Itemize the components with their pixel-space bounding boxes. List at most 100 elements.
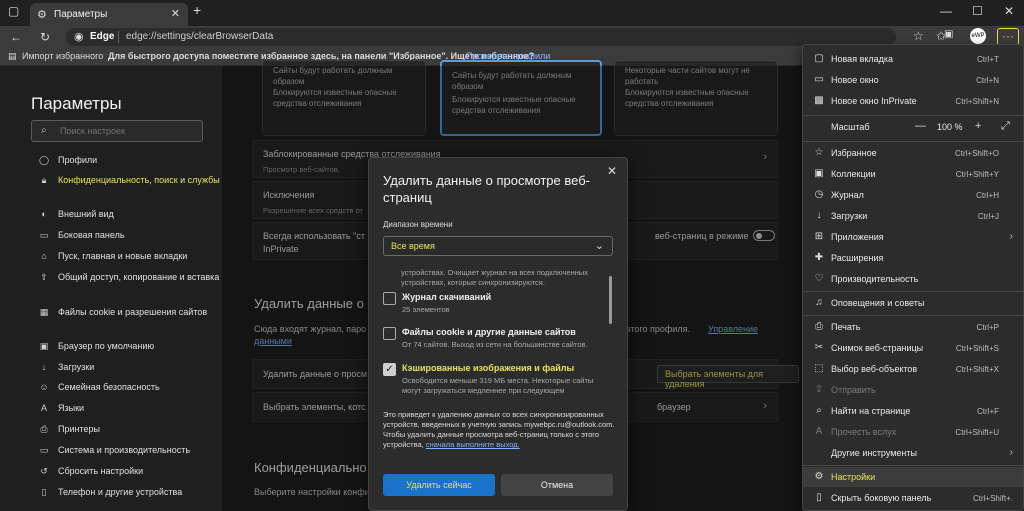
menu-divider — [803, 141, 1023, 142]
time-range-value: Все время — [391, 241, 435, 251]
collections-icon: ▣ — [814, 168, 824, 179]
minimize-icon[interactable]: — — [940, 4, 952, 18]
zoom-label: Масштаб — [831, 122, 870, 132]
browser-icon: ▣ — [39, 341, 49, 351]
cached-images-label: Кэшированные изображения и файлы — [402, 363, 575, 373]
extensions-icon: ✚ — [814, 252, 824, 263]
menu-item-extensions[interactable]: ✚ Расширения — [803, 248, 1023, 268]
favorites-icon: ☆ — [814, 147, 824, 158]
menu-item-more-tools[interactable]: Другие инструменты › — [803, 443, 1023, 463]
menu-item-apps[interactable]: ⊞ Приложения › — [803, 227, 1023, 247]
menu-item-web-select[interactable]: ⬚ Выбор веб-объектов Ctrl+Shift+X — [803, 359, 1023, 379]
close-icon[interactable]: ✕ — [607, 164, 617, 178]
zoom-out-icon[interactable]: — — [915, 120, 926, 132]
settings-search[interactable]: ⌕ — [31, 120, 203, 142]
menu-item-favorites[interactable]: ☆ Избранное Ctrl+Shift+O — [803, 143, 1023, 163]
read-aloud-icon: A — [815, 426, 823, 437]
add-favorite-icon[interactable]: ☆ — [913, 29, 924, 43]
checkbox-cookies[interactable] — [383, 327, 396, 340]
menu-divider — [803, 465, 1023, 466]
menu-item-downloads[interactable]: ↓ Загрузки Ctrl+J — [803, 206, 1023, 226]
menu-divider — [803, 291, 1023, 292]
cancel-button[interactable]: Отмена — [501, 474, 613, 496]
reset-icon: ↺ — [40, 466, 48, 476]
tab-title: Параметры — [54, 9, 108, 20]
delete-now-button[interactable]: Удалить сейчас — [383, 474, 495, 496]
url-text: edge://settings/clearBrowserData — [126, 31, 274, 42]
menu-item-alerts[interactable]: ♫ Оповещения и советы — [803, 293, 1023, 313]
gear-icon: ⚙ — [814, 471, 824, 482]
fullscreen-icon[interactable]: ⤢ — [1001, 120, 1010, 133]
zoom-in-icon[interactable]: + — [975, 120, 981, 132]
sidebar-title: Параметры — [31, 94, 122, 113]
menu-item-history[interactable]: ◷ Журнал Ctrl+H — [803, 185, 1023, 205]
menu-item-settings[interactable]: ⚙ Настройки — [803, 467, 1023, 487]
address-bar[interactable]: ◉ Edge edge://settings/clearBrowserData — [66, 28, 896, 46]
sidebar-hide-icon: ▯ — [816, 492, 822, 503]
new-window-icon: ▭ — [814, 74, 824, 85]
menu-item-inprivate[interactable]: ▩ Новое окно InPrivate Ctrl+Shift+N — [803, 91, 1023, 111]
import-icon[interactable]: ▤ — [8, 51, 17, 62]
menu-item-screenshot[interactable]: ✂ Снимок веб-страницы Ctrl+Shift+S — [803, 338, 1023, 358]
person-icon: ◯ — [38, 155, 50, 165]
sign-out-link[interactable]: сначала выполните выход. — [426, 440, 520, 449]
collections-icon[interactable]: ▣ — [944, 29, 953, 40]
new-tab-icon[interactable]: + — [193, 2, 201, 18]
new-tab-icon: ▢ — [814, 53, 824, 64]
menu-item-performance[interactable]: ♡ Производительность — [803, 269, 1023, 289]
download-icon: ↓ — [41, 362, 47, 372]
palette-icon: ◐ — [41, 209, 47, 219]
menu-item-find[interactable]: ⌕ Найти на странице Ctrl+F — [803, 401, 1023, 421]
settings-and-more-menu: ▢ Новая вкладка Ctrl+T ▭ Новое окно Ctrl+N ▩… — [802, 44, 1024, 511]
tab-actions-icon[interactable]: ▢ — [8, 4, 19, 18]
time-range-select[interactable]: Все время ⌄ — [383, 236, 613, 256]
sidebar-icon: ▭ — [39, 230, 49, 240]
phone-icon: ▯ — [41, 487, 47, 497]
time-range-label: Диапазон времени — [383, 220, 453, 229]
menu-item-read-aloud: A Прочесть вслух Ctrl+Shift+U — [803, 422, 1023, 442]
performance-icon: ♡ — [814, 273, 824, 284]
bell-icon: ♫ — [815, 297, 823, 308]
menu-divider — [803, 315, 1023, 316]
back-icon[interactable]: ← — [10, 30, 22, 44]
language-icon: A — [40, 403, 47, 413]
menu-item-hide-sidebar[interactable]: ▯ Скрыть боковую панель Ctrl+Shift+. — [803, 488, 1023, 508]
chevron-right-icon: › — [1009, 447, 1013, 458]
cookie-icon: ▦ — [39, 307, 49, 317]
history-icon: ◷ — [814, 189, 824, 200]
menu-item-new-window[interactable]: ▭ Новое окно Ctrl+N — [803, 70, 1023, 90]
search-input[interactable] — [60, 124, 198, 138]
menu-item-collections[interactable]: ▣ Коллекции Ctrl+Shift+Y — [803, 164, 1023, 184]
import-favorites-link[interactable]: Импорт избранного — [22, 51, 103, 61]
checkbox-download-history[interactable] — [383, 292, 396, 305]
chevron-down-icon: ⌄ — [594, 240, 604, 252]
downloads-icon: ↓ — [816, 210, 822, 221]
menu-zoom-row: Масштаб — 100 % + ⤢ — [803, 117, 1023, 137]
inprivate-icon: ▩ — [814, 95, 824, 106]
data-types-list[interactable]: устройствах. Очищает журнал на всех подк… — [383, 266, 615, 406]
menu-item-new-tab[interactable]: ▢ Новая вкладка Ctrl+T — [803, 49, 1023, 69]
list-scrollbar[interactable] — [609, 276, 612, 324]
system-icon: ▭ — [39, 445, 49, 455]
menu-item-print[interactable]: ⎙ Печать Ctrl+P — [803, 317, 1023, 337]
maximize-icon[interactable]: ☐ — [972, 4, 983, 18]
cookies-label: Файлы cookie и другие данные сайтов — [402, 327, 576, 337]
tab-bar: ▢ ⚙ Параметры ✕ + — ☐ ✕ — [0, 0, 1024, 26]
checkbox-cached-images[interactable]: ✓ — [383, 363, 396, 376]
apps-icon: ⊞ — [814, 231, 824, 242]
family-icon: ☺ — [39, 382, 49, 392]
share-icon: ⇪ — [40, 272, 48, 282]
refresh-icon[interactable]: ↻ — [40, 30, 50, 44]
edge-logo-icon: ◉ — [74, 31, 84, 43]
profile-avatar[interactable]: eWP — [970, 28, 986, 44]
menu-item-share: ⇪ Отправить — [814, 384, 876, 395]
print-icon: ⎙ — [815, 321, 823, 332]
home-icon: ⌂ — [41, 251, 47, 261]
close-window-icon[interactable]: ✕ — [1004, 4, 1014, 18]
edge-label: Edge — [90, 31, 115, 42]
close-tab-icon[interactable]: ✕ — [171, 7, 180, 20]
search-icon: ⌕ — [41, 125, 47, 136]
tab-settings[interactable]: ⚙ Параметры ✕ — [30, 3, 188, 26]
clear-browsing-data-dialog: Удалить данные о просмотре веб-страниц ✕… — [368, 157, 628, 511]
menu-divider — [803, 115, 1023, 116]
